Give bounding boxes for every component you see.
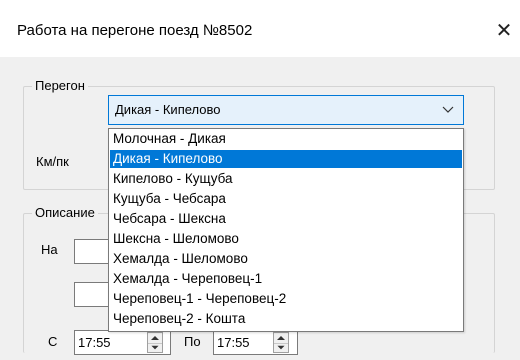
stretch-combobox-value: Дикая - Кипелово — [115, 102, 221, 117]
to-time-label: По — [184, 334, 201, 349]
chevron-down-icon — [442, 106, 454, 113]
from-time-value: 17:55 — [78, 335, 111, 350]
from-time-label: С — [48, 334, 58, 349]
window-title: Работа на перегоне поезд №8502 — [17, 22, 253, 39]
spin-up-icon[interactable] — [148, 333, 162, 342]
dropdown-option[interactable]: Молочная - Дикая — [110, 130, 462, 148]
dropdown-option[interactable]: Чебсара - Шексна — [110, 210, 462, 228]
stretch-dropdown-list[interactable]: Молочная - Дикая Дикая - Кипелово Кипело… — [108, 128, 464, 332]
dropdown-option[interactable]: Кущуба - Чебсара — [110, 190, 462, 208]
dropdown-option[interactable]: Хемалда - Череповец-1 — [110, 270, 462, 288]
stretch-combobox[interactable]: Дикая - Кипелово — [108, 95, 464, 125]
to-time-value: 17:55 — [217, 335, 250, 350]
dropdown-option[interactable]: Шексна - Шеломово — [110, 230, 462, 248]
spin-down-icon[interactable] — [274, 343, 288, 352]
dropdown-option[interactable]: Хемалда - Шеломово — [110, 250, 462, 268]
title-bar: Работа на перегоне поезд №8502 ✕ — [0, 0, 520, 57]
dropdown-option[interactable]: Дикая - Кипелово — [110, 150, 462, 168]
description-group-legend: Описание — [32, 205, 98, 220]
km-pk-label: Км/пк — [36, 154, 69, 169]
spin-down-icon[interactable] — [148, 343, 162, 352]
spin-up-icon[interactable] — [274, 333, 288, 342]
stretch-group-legend: Перегон — [32, 78, 88, 93]
from-time-spinner[interactable] — [147, 332, 163, 353]
to-time-spinner[interactable] — [273, 332, 289, 353]
close-icon[interactable]: ✕ — [490, 16, 518, 46]
on-label: На — [41, 242, 58, 257]
dropdown-option[interactable]: Кипелово - Кущуба — [110, 170, 462, 188]
dropdown-option[interactable]: Череповец-1 - Череповец-2 — [110, 290, 462, 308]
dropdown-option[interactable]: Череповец-2 - Кошта — [110, 310, 462, 328]
